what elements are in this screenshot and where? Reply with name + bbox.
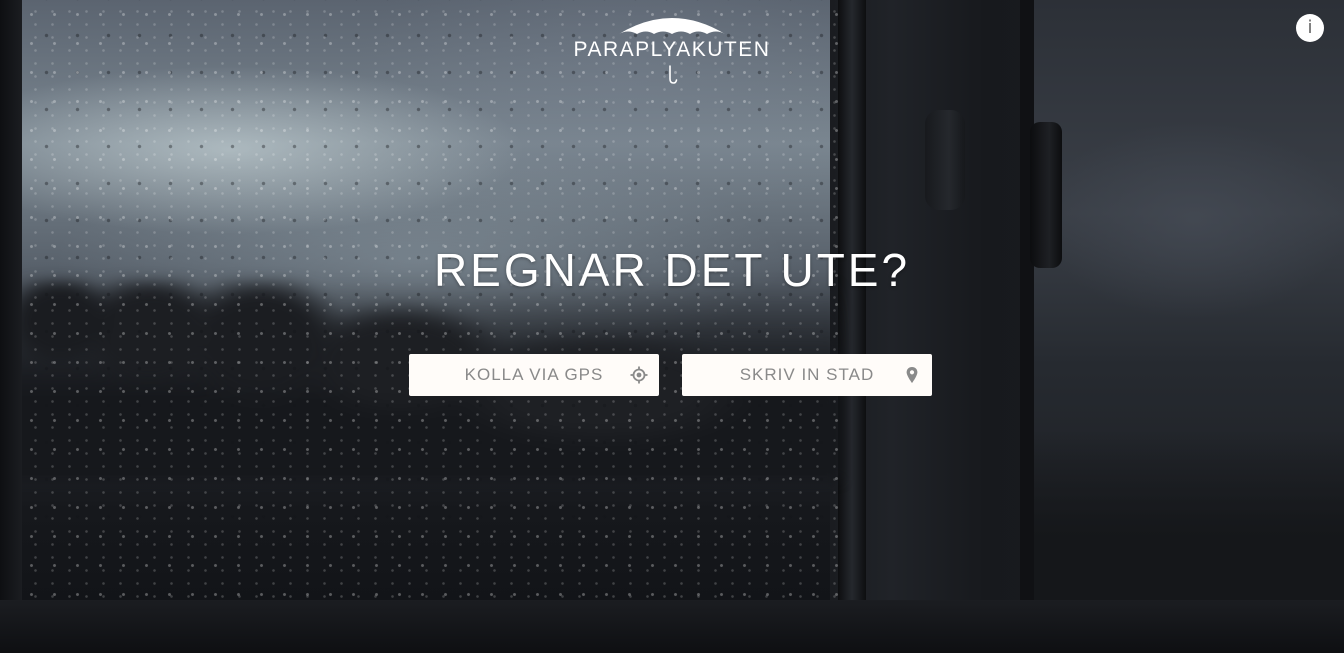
window-mullion	[838, 0, 866, 653]
logo-text: PARAPLYAKUTEN	[573, 38, 771, 61]
page-headline: REGNAR DET UTE?	[433, 244, 911, 296]
umbrella-canopy-icon	[619, 18, 725, 34]
window-handle-reflection	[925, 110, 965, 210]
umbrella-handle-icon	[669, 65, 678, 84]
background-photo: PARAPLYAKUTEN i REGNAR DET UTE? KOLLA VI…	[0, 0, 1344, 653]
map-pin-icon	[906, 367, 918, 383]
pane-shadow	[1034, 430, 1344, 610]
enter-city-button[interactable]: SKRIV IN STAD	[682, 354, 932, 396]
window-frame-left	[0, 0, 22, 653]
gps-button-label: KOLLA VIA GPS	[464, 365, 604, 384]
window-sill	[0, 600, 1344, 653]
info-icon: i	[1307, 17, 1313, 38]
crosshair-location-icon	[630, 366, 648, 384]
info-button[interactable]: i	[1296, 14, 1324, 42]
site-logo[interactable]: PARAPLYAKUTEN	[570, 14, 774, 94]
check-via-gps-button[interactable]: KOLLA VIA GPS	[409, 354, 659, 396]
city-button-label: SKRIV IN STAD	[739, 365, 875, 384]
